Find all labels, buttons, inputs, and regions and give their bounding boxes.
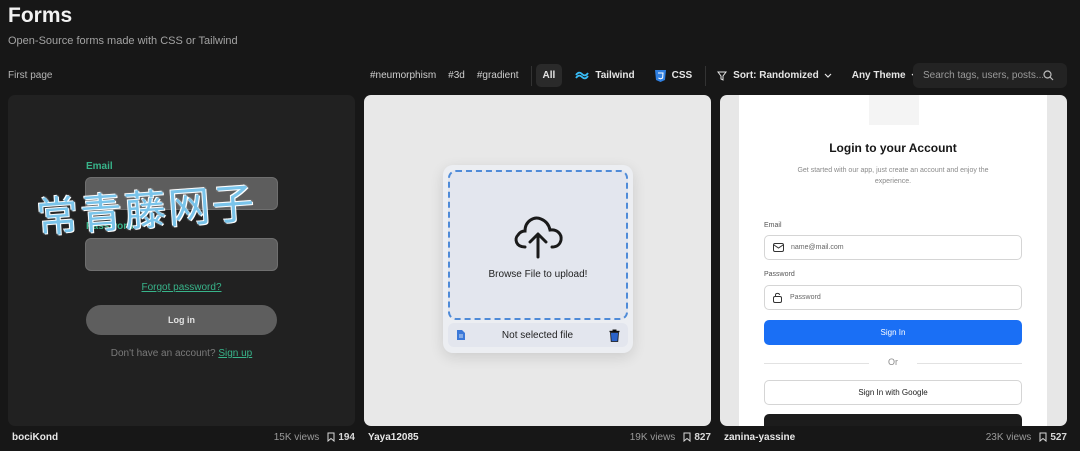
first-page-link[interactable]: First page bbox=[8, 70, 52, 81]
card-meta: bociKond 15K views 194 bbox=[8, 430, 355, 444]
form-card-login-light[interactable]: Login to your Account Get started with o… bbox=[720, 95, 1067, 426]
or-divider: Or bbox=[764, 357, 1022, 367]
page-subtitle: Open-Source forms made with CSS or Tailw… bbox=[8, 35, 238, 47]
login-description: Get started with our app, just create an… bbox=[797, 167, 989, 185]
apple-sign-in-button[interactable] bbox=[764, 414, 1022, 426]
author-name[interactable]: bociKond bbox=[8, 432, 274, 443]
lock-icon bbox=[773, 292, 782, 303]
view-count: 19K views bbox=[629, 431, 676, 443]
chevron-down-icon bbox=[824, 73, 832, 78]
view-count: 15K views bbox=[273, 431, 320, 443]
tag-gradient[interactable]: #gradient bbox=[477, 70, 519, 81]
theme-label: Any Theme bbox=[851, 70, 906, 81]
author-name[interactable]: zanina-yassine bbox=[720, 432, 986, 443]
email-field[interactable]: name@mail.com bbox=[764, 235, 1022, 260]
tailwind-icon bbox=[575, 71, 590, 80]
tag-neumorphism[interactable]: #neumorphism bbox=[370, 70, 436, 81]
page-title: Forms bbox=[8, 4, 73, 27]
author-name[interactable]: Yaya12085 bbox=[364, 432, 630, 443]
filter-all-button[interactable]: All bbox=[535, 64, 563, 87]
card-meta: zanina-yassine 23K views 527 bbox=[720, 430, 1067, 444]
card-meta: Yaya12085 19K views 827 bbox=[364, 430, 711, 444]
email-label: Email bbox=[86, 161, 113, 172]
watermark-text: 常青藤网子 bbox=[34, 178, 258, 243]
trash-icon[interactable] bbox=[609, 329, 620, 342]
toolbar-divider bbox=[530, 65, 532, 86]
mail-icon bbox=[773, 243, 784, 252]
sort-label: Sort: Randomized bbox=[733, 70, 819, 81]
sort-dropdown[interactable]: Sort: Randomized bbox=[710, 64, 839, 87]
google-sign-in-button[interactable]: Sign In with Google bbox=[764, 380, 1022, 405]
save-count-value: 194 bbox=[338, 431, 355, 443]
password-field[interactable] bbox=[85, 238, 278, 271]
view-count: 23K views bbox=[985, 431, 1032, 443]
save-count[interactable]: 194 bbox=[327, 432, 355, 443]
toolbar-divider-2 bbox=[705, 65, 707, 86]
login-button[interactable]: Log in bbox=[86, 305, 277, 335]
sign-in-button[interactable]: Sign In bbox=[764, 320, 1022, 345]
forgot-password-link[interactable]: Forgot password? bbox=[8, 282, 355, 293]
login-title: Login to your Account bbox=[829, 141, 957, 155]
save-count[interactable]: 827 bbox=[683, 432, 711, 443]
file-icon bbox=[457, 330, 465, 340]
bookmark-icon bbox=[327, 432, 335, 442]
cloud-upload-icon bbox=[514, 216, 563, 258]
search-input[interactable] bbox=[923, 70, 1043, 81]
login-panel: Login to your Account Get started with o… bbox=[739, 95, 1047, 426]
signup-link[interactable]: Sign up bbox=[218, 348, 252, 359]
filter-all-label: All bbox=[542, 70, 556, 81]
search-icon[interactable] bbox=[1043, 70, 1054, 81]
browse-text: Browse File to upload! bbox=[488, 268, 588, 280]
filter-funnel-icon bbox=[717, 71, 728, 81]
bookmark-icon bbox=[683, 432, 691, 442]
password-field[interactable]: Password bbox=[764, 285, 1022, 310]
filter-tailwind-button[interactable]: Tailwind bbox=[568, 64, 641, 87]
save-count-value: 527 bbox=[1050, 431, 1067, 443]
save-count[interactable]: 527 bbox=[1039, 432, 1067, 443]
drop-zone[interactable]: Browse File to upload! bbox=[448, 170, 628, 320]
file-status-bar: Not selected file bbox=[448, 323, 628, 347]
filter-toolbar: #neumorphism #3d #gradient All Tailwind … bbox=[370, 63, 932, 88]
css-icon bbox=[654, 69, 666, 82]
tag-3d[interactable]: #3d bbox=[448, 70, 465, 81]
save-count-value: 827 bbox=[694, 431, 711, 443]
no-account-text: Don't have an account? bbox=[110, 348, 216, 359]
bookmark-icon bbox=[1039, 432, 1047, 442]
search-box[interactable] bbox=[913, 63, 1067, 88]
email-placeholder: name@mail.com bbox=[791, 244, 844, 251]
password-placeholder: Password bbox=[790, 294, 821, 301]
upload-widget: Browse File to upload! Not selected file bbox=[443, 165, 633, 353]
signup-prompt: Don't have an account? Sign up bbox=[8, 348, 355, 359]
filter-css-button[interactable]: CSS bbox=[648, 64, 700, 87]
logo-placeholder bbox=[869, 95, 919, 125]
form-card-login-dark[interactable]: Email Password Forgot password? Log in D… bbox=[8, 95, 355, 426]
filter-css-label: CSS bbox=[671, 70, 693, 81]
filter-tailwind-label: Tailwind bbox=[595, 70, 635, 81]
file-status-text: Not selected file bbox=[501, 329, 574, 341]
password-label: Password bbox=[764, 271, 795, 278]
form-card-file-upload[interactable]: Browse File to upload! Not selected file bbox=[364, 95, 711, 426]
email-label: Email bbox=[764, 222, 782, 229]
